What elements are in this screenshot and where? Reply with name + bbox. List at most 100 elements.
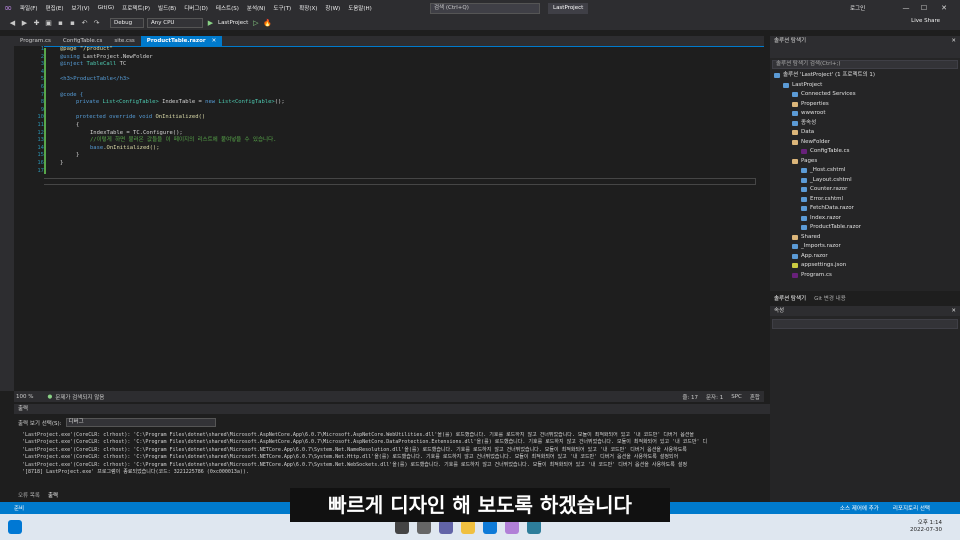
tree-item[interactable]: Shared bbox=[792, 233, 820, 243]
razor-file-icon bbox=[792, 253, 798, 259]
tab-producttable-razor[interactable]: ProductTable.razor ✕ bbox=[140, 36, 223, 46]
tree-item-label: ConfigTable.cs bbox=[810, 148, 850, 154]
code-token: protected override void bbox=[76, 114, 153, 121]
file-explorer-icon[interactable] bbox=[460, 520, 475, 534]
tree-item[interactable]: ConfigTable.cs bbox=[801, 147, 850, 157]
undo-icon[interactable]: ↶ bbox=[80, 19, 89, 27]
tree-item[interactable]: 솔루션 'LastProject' (1 프로젝트의 1) bbox=[774, 71, 875, 81]
search-icon[interactable] bbox=[394, 520, 409, 534]
output-source-row: 출력 보기 선택(S): 디버그 bbox=[18, 418, 216, 427]
close-icon[interactable]: ✕ bbox=[938, 2, 950, 14]
save-icon[interactable]: ▪ bbox=[56, 19, 65, 27]
back-icon[interactable]: ◀ bbox=[8, 19, 17, 27]
tree-item[interactable]: Properties bbox=[792, 100, 829, 110]
panel-title: 속성 bbox=[774, 308, 785, 314]
whitespace-indicator[interactable]: SPC bbox=[731, 394, 742, 400]
start-without-debug-icon[interactable]: ▷ bbox=[251, 19, 260, 27]
hot-reload-icon[interactable]: 🔥 bbox=[263, 19, 272, 27]
tab-configtable-cs[interactable]: ConfigTable.cs bbox=[57, 36, 109, 46]
tree-item-label: _Imports.razor bbox=[801, 243, 841, 249]
tree-item[interactable]: wwwroot bbox=[792, 109, 826, 119]
login-link[interactable]: 로그인 bbox=[850, 4, 865, 12]
menu-project[interactable]: 프로젝트(P) bbox=[118, 4, 154, 12]
properties-object-select[interactable] bbox=[772, 319, 958, 329]
visual-studio-icon[interactable] bbox=[504, 520, 519, 534]
tree-item[interactable]: Pages bbox=[792, 157, 817, 167]
close-panel-icon[interactable]: ✕ bbox=[951, 36, 956, 46]
menu-extensions[interactable]: 확장(X) bbox=[295, 4, 321, 12]
start-icon[interactable]: ▶ bbox=[206, 19, 215, 27]
zoom-level[interactable]: 100 % bbox=[16, 394, 33, 400]
tree-item[interactable]: Index.razor bbox=[801, 214, 841, 224]
tree-item[interactable]: Program.cs bbox=[792, 271, 832, 281]
tree-item[interactable]: FetchData.razor bbox=[801, 204, 854, 214]
tree-item[interactable]: NewFolder bbox=[792, 138, 830, 148]
chat-icon[interactable] bbox=[438, 520, 453, 534]
output-bottom-tabs: 오류 목록 출력 bbox=[18, 491, 58, 499]
code-line-15: } bbox=[76, 152, 80, 159]
menu-analyze[interactable]: 분석(N) bbox=[243, 4, 270, 12]
app-icon[interactable] bbox=[526, 520, 541, 534]
platform-select[interactable]: Any CPU bbox=[147, 18, 203, 28]
tree-item[interactable]: LastProject bbox=[783, 81, 822, 91]
menu-git[interactable]: Git(G) bbox=[94, 5, 119, 11]
tab-solution-explorer[interactable]: 솔루션 탐색기 bbox=[774, 294, 806, 304]
live-share-button[interactable]: Live Share bbox=[911, 18, 940, 24]
minimize-icon[interactable]: — bbox=[900, 2, 912, 14]
maximize-icon[interactable]: ☐ bbox=[918, 2, 930, 14]
tree-item[interactable]: Connected Services bbox=[792, 90, 856, 100]
tree-item[interactable]: 종속성 bbox=[792, 119, 816, 129]
forward-icon[interactable]: ▶ bbox=[20, 19, 29, 27]
tree-item[interactable]: App.razor bbox=[792, 252, 828, 262]
code-line-16: } bbox=[60, 160, 64, 166]
tree-item[interactable]: _Layout.cshtml bbox=[801, 176, 852, 186]
tab-git-changes[interactable]: Git 변경 내용 bbox=[814, 294, 846, 304]
tab-site-css[interactable]: site.css bbox=[108, 36, 140, 46]
code-token: TC bbox=[116, 61, 127, 68]
tab-error-list[interactable]: 오류 목록 bbox=[18, 491, 40, 499]
code-token: List bbox=[215, 99, 232, 106]
tree-item[interactable]: _Imports.razor bbox=[792, 242, 841, 252]
code-token: <ConfigTable> bbox=[115, 99, 159, 106]
solution-toolbar bbox=[770, 46, 960, 58]
document-tabs: Program.cs ConfigTable.cs site.css Produ… bbox=[14, 36, 764, 46]
tree-item[interactable]: _Host.cshtml bbox=[801, 166, 845, 176]
editor-status-bar: 100 % ● 문제가 검색되지 않음 줄: 17 문자: 1 SPC 혼합 bbox=[14, 391, 764, 402]
redo-icon[interactable]: ↷ bbox=[92, 19, 101, 27]
tree-item[interactable]: Error.cshtml bbox=[801, 195, 843, 205]
menu-build[interactable]: 빌드(B) bbox=[154, 4, 180, 12]
configuration-select[interactable]: Debug bbox=[110, 18, 144, 28]
menu-debug[interactable]: 디버그(D) bbox=[180, 4, 212, 12]
start-target-label[interactable]: LastProject bbox=[218, 20, 248, 26]
menu-help[interactable]: 도움말(H) bbox=[344, 4, 376, 12]
tree-item[interactable]: Data bbox=[792, 128, 814, 138]
search-box[interactable]: 검색 (Ctrl+Q) bbox=[430, 3, 540, 14]
line-ending-indicator[interactable]: 혼합 bbox=[750, 393, 760, 401]
solution-search-input[interactable]: 솔루션 탐색기 검색(Ctrl+;) bbox=[772, 60, 958, 69]
output-source-select[interactable]: 디버그 bbox=[65, 418, 216, 427]
add-to-source-control-button[interactable]: 소스 제어에 추가 bbox=[840, 504, 879, 512]
issues-status[interactable]: 문제가 검색되지 않음 bbox=[55, 393, 104, 401]
select-repository-button[interactable]: 리포지토리 선택 bbox=[893, 504, 930, 512]
menu-file[interactable]: 파일(F) bbox=[16, 4, 42, 12]
menu-tools[interactable]: 도구(T) bbox=[269, 4, 295, 12]
code-token: @using bbox=[60, 53, 80, 60]
tree-item[interactable]: Counter.razor bbox=[801, 185, 847, 195]
tab-output[interactable]: 출력 bbox=[48, 491, 58, 499]
open-icon[interactable]: ▣ bbox=[44, 19, 53, 27]
menu-view[interactable]: 보기(V) bbox=[67, 4, 93, 12]
menu-edit[interactable]: 편집(E) bbox=[42, 4, 68, 12]
menu-test[interactable]: 테스트(S) bbox=[212, 4, 243, 12]
save-all-icon[interactable]: ▪ bbox=[68, 19, 77, 27]
close-tab-icon[interactable]: ✕ bbox=[212, 36, 217, 46]
tab-program-cs[interactable]: Program.cs bbox=[14, 36, 57, 46]
start-menu-icon[interactable] bbox=[8, 520, 22, 534]
task-view-icon[interactable] bbox=[416, 520, 431, 534]
menu-window[interactable]: 창(W) bbox=[321, 4, 344, 12]
new-item-icon[interactable]: ✚ bbox=[32, 19, 41, 27]
tree-item[interactable]: appsettings.json bbox=[792, 261, 846, 271]
edge-icon[interactable] bbox=[482, 520, 497, 534]
tree-item[interactable]: ProductTable.razor bbox=[801, 223, 861, 233]
close-panel-icon[interactable]: ✕ bbox=[951, 306, 956, 316]
clock[interactable]: 오후 1:14 2022-07-30 bbox=[910, 520, 942, 534]
